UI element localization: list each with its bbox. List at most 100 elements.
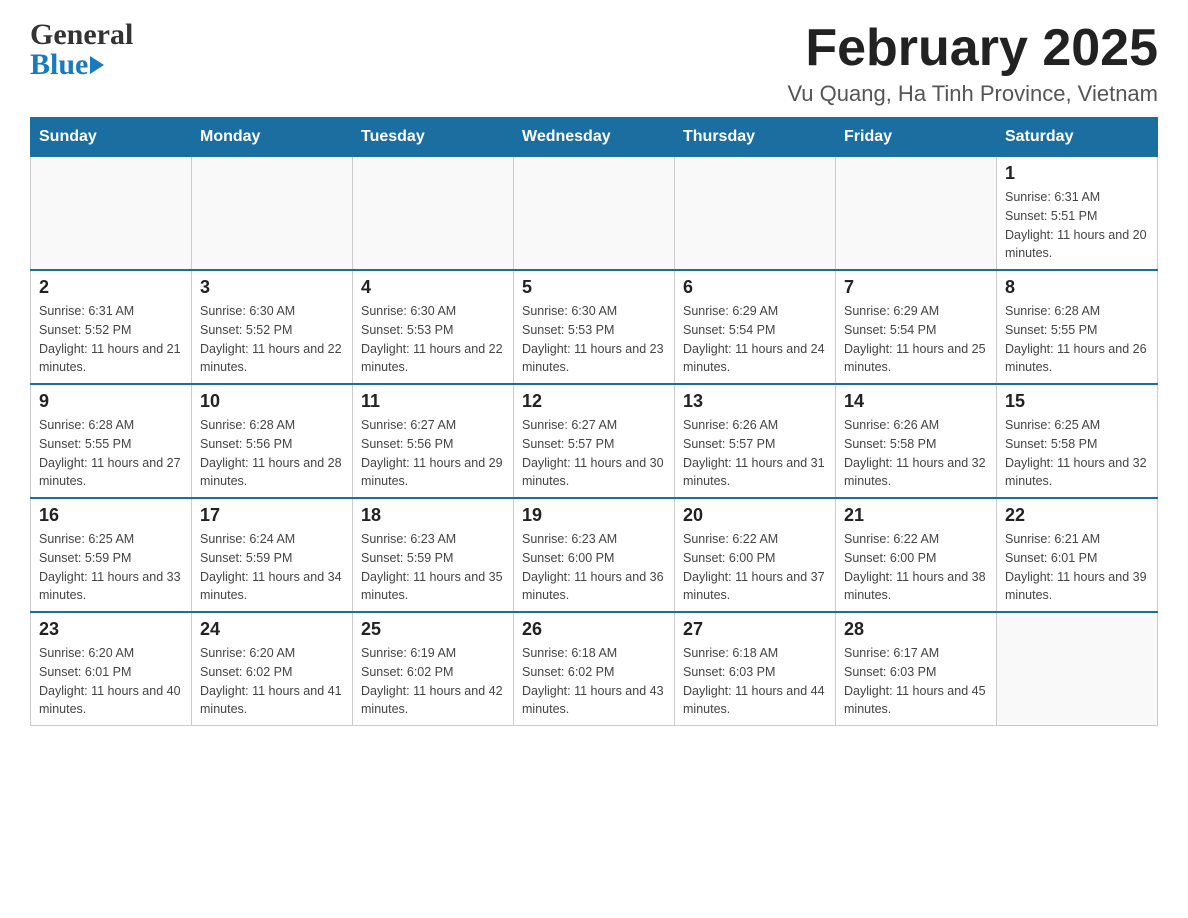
calendar-day-cell: 20 Sunrise: 6:22 AMSunset: 6:00 PMDayligh… [675, 498, 836, 612]
day-info: Sunrise: 6:24 AMSunset: 5:59 PMDaylight:… [200, 530, 344, 605]
logo: General Blue [30, 20, 133, 80]
calendar-day-cell: 27 Sunrise: 6:18 AMSunset: 6:03 PMDayligh… [675, 612, 836, 726]
day-info: Sunrise: 6:29 AMSunset: 5:54 PMDaylight:… [844, 302, 988, 377]
day-info: Sunrise: 6:21 AMSunset: 6:01 PMDaylight:… [1005, 530, 1149, 605]
calendar-day-cell: 21 Sunrise: 6:22 AMSunset: 6:00 PMDayligh… [836, 498, 997, 612]
day-info: Sunrise: 6:27 AMSunset: 5:57 PMDaylight:… [522, 416, 666, 491]
day-number: 4 [361, 277, 505, 298]
calendar-title: February 2025 [787, 20, 1158, 77]
day-number: 8 [1005, 277, 1149, 298]
calendar-day-cell: 16 Sunrise: 6:25 AMSunset: 5:59 PMDayligh… [31, 498, 192, 612]
calendar-day-cell [675, 157, 836, 271]
calendar-day-cell [836, 157, 997, 271]
day-info: Sunrise: 6:29 AMSunset: 5:54 PMDaylight:… [683, 302, 827, 377]
day-info: Sunrise: 6:26 AMSunset: 5:58 PMDaylight:… [844, 416, 988, 491]
calendar-day-cell: 19 Sunrise: 6:23 AMSunset: 6:00 PMDayligh… [514, 498, 675, 612]
day-info: Sunrise: 6:28 AMSunset: 5:55 PMDaylight:… [1005, 302, 1149, 377]
calendar-week-row: 1 Sunrise: 6:31 AMSunset: 5:51 PMDaylight… [31, 157, 1158, 271]
day-number: 20 [683, 505, 827, 526]
calendar-day-cell: 23 Sunrise: 6:20 AMSunset: 6:01 PMDayligh… [31, 612, 192, 726]
day-info: Sunrise: 6:23 AMSunset: 6:00 PMDaylight:… [522, 530, 666, 605]
day-number: 18 [361, 505, 505, 526]
day-number: 12 [522, 391, 666, 412]
day-info: Sunrise: 6:31 AMSunset: 5:51 PMDaylight:… [1005, 188, 1149, 263]
calendar-subtitle: Vu Quang, Ha Tinh Province, Vietnam [787, 81, 1158, 107]
day-number: 13 [683, 391, 827, 412]
calendar-week-row: 16 Sunrise: 6:25 AMSunset: 5:59 PMDayligh… [31, 498, 1158, 612]
day-number: 1 [1005, 163, 1149, 184]
day-number: 26 [522, 619, 666, 640]
day-info: Sunrise: 6:25 AMSunset: 5:59 PMDaylight:… [39, 530, 183, 605]
day-info: Sunrise: 6:18 AMSunset: 6:02 PMDaylight:… [522, 644, 666, 719]
calendar-day-cell: 15 Sunrise: 6:25 AMSunset: 5:58 PMDayligh… [997, 384, 1158, 498]
day-info: Sunrise: 6:18 AMSunset: 6:03 PMDaylight:… [683, 644, 827, 719]
calendar-day-cell: 2 Sunrise: 6:31 AMSunset: 5:52 PMDaylight… [31, 270, 192, 384]
col-header-friday: Friday [836, 118, 997, 157]
calendar-day-cell [353, 157, 514, 271]
day-number: 3 [200, 277, 344, 298]
calendar-title-block: February 2025 Vu Quang, Ha Tinh Province… [787, 20, 1158, 107]
day-number: 11 [361, 391, 505, 412]
day-number: 6 [683, 277, 827, 298]
calendar-day-cell: 14 Sunrise: 6:26 AMSunset: 5:58 PMDayligh… [836, 384, 997, 498]
calendar-day-cell: 12 Sunrise: 6:27 AMSunset: 5:57 PMDayligh… [514, 384, 675, 498]
calendar-day-cell: 26 Sunrise: 6:18 AMSunset: 6:02 PMDayligh… [514, 612, 675, 726]
day-info: Sunrise: 6:23 AMSunset: 5:59 PMDaylight:… [361, 530, 505, 605]
calendar-day-cell: 1 Sunrise: 6:31 AMSunset: 5:51 PMDaylight… [997, 157, 1158, 271]
calendar-day-cell: 3Sunrise: 6:30 AMSunset: 5:52 PMDaylight… [192, 270, 353, 384]
calendar-week-row: 23 Sunrise: 6:20 AMSunset: 6:01 PMDayligh… [31, 612, 1158, 726]
page-header: General Blue February 2025 Vu Quang, Ha … [30, 20, 1158, 107]
day-number: 7 [844, 277, 988, 298]
calendar-day-cell: 4 Sunrise: 6:30 AMSunset: 5:53 PMDaylight… [353, 270, 514, 384]
calendar-week-row: 2 Sunrise: 6:31 AMSunset: 5:52 PMDaylight… [31, 270, 1158, 384]
calendar-day-cell: 5 Sunrise: 6:30 AMSunset: 5:53 PMDaylight… [514, 270, 675, 384]
day-info: Sunrise: 6:28 AMSunset: 5:55 PMDaylight:… [39, 416, 183, 491]
calendar-day-cell [31, 157, 192, 271]
calendar-day-cell: 18 Sunrise: 6:23 AMSunset: 5:59 PMDayligh… [353, 498, 514, 612]
calendar-header-row: SundayMondayTuesdayWednesdayThursdayFrid… [31, 118, 1158, 157]
day-number: 15 [1005, 391, 1149, 412]
day-info: Sunrise: 6:30 AMSunset: 5:53 PMDaylight:… [361, 302, 505, 377]
day-number: 5 [522, 277, 666, 298]
day-info: Sunrise: 6:22 AMSunset: 6:00 PMDaylight:… [844, 530, 988, 605]
day-info: Sunrise: 6:30 AMSunset: 5:53 PMDaylight:… [522, 302, 666, 377]
day-info: Sunrise: 6:25 AMSunset: 5:58 PMDaylight:… [1005, 416, 1149, 491]
day-info: Sunrise: 6:28 AMSunset: 5:56 PMDaylight:… [200, 416, 344, 491]
calendar-day-cell: 8 Sunrise: 6:28 AMSunset: 5:55 PMDaylight… [997, 270, 1158, 384]
calendar-day-cell: 22Sunrise: 6:21 AMSunset: 6:01 PMDayligh… [997, 498, 1158, 612]
calendar-day-cell: 9Sunrise: 6:28 AMSunset: 5:55 PMDaylight… [31, 384, 192, 498]
day-info: Sunrise: 6:27 AMSunset: 5:56 PMDaylight:… [361, 416, 505, 491]
col-header-monday: Monday [192, 118, 353, 157]
day-number: 24 [200, 619, 344, 640]
day-info: Sunrise: 6:20 AMSunset: 6:01 PMDaylight:… [39, 644, 183, 719]
day-info: Sunrise: 6:22 AMSunset: 6:00 PMDaylight:… [683, 530, 827, 605]
calendar-day-cell: 25 Sunrise: 6:19 AMSunset: 6:02 PMDayligh… [353, 612, 514, 726]
day-info: Sunrise: 6:31 AMSunset: 5:52 PMDaylight:… [39, 302, 183, 377]
calendar-day-cell: 7 Sunrise: 6:29 AMSunset: 5:54 PMDaylight… [836, 270, 997, 384]
day-number: 27 [683, 619, 827, 640]
day-info: Sunrise: 6:20 AMSunset: 6:02 PMDaylight:… [200, 644, 344, 719]
day-number: 25 [361, 619, 505, 640]
col-header-saturday: Saturday [997, 118, 1158, 157]
day-number: 19 [522, 505, 666, 526]
calendar-table: SundayMondayTuesdayWednesdayThursdayFrid… [30, 117, 1158, 726]
calendar-day-cell: 24 Sunrise: 6:20 AMSunset: 6:02 PMDayligh… [192, 612, 353, 726]
calendar-day-cell: 6 Sunrise: 6:29 AMSunset: 5:54 PMDaylight… [675, 270, 836, 384]
col-header-wednesday: Wednesday [514, 118, 675, 157]
day-number: 23 [39, 619, 183, 640]
day-info: Sunrise: 6:19 AMSunset: 6:02 PMDaylight:… [361, 644, 505, 719]
calendar-day-cell [192, 157, 353, 271]
day-number: 10 [200, 391, 344, 412]
calendar-day-cell: 13Sunrise: 6:26 AMSunset: 5:57 PMDayligh… [675, 384, 836, 498]
calendar-day-cell: 11 Sunrise: 6:27 AMSunset: 5:56 PMDayligh… [353, 384, 514, 498]
calendar-week-row: 9Sunrise: 6:28 AMSunset: 5:55 PMDaylight… [31, 384, 1158, 498]
calendar-day-cell [514, 157, 675, 271]
day-number: 17 [200, 505, 344, 526]
day-number: 21 [844, 505, 988, 526]
logo-line2: Blue [30, 50, 104, 80]
day-number: 28 [844, 619, 988, 640]
col-header-thursday: Thursday [675, 118, 836, 157]
day-number: 2 [39, 277, 183, 298]
day-number: 14 [844, 391, 988, 412]
day-number: 16 [39, 505, 183, 526]
